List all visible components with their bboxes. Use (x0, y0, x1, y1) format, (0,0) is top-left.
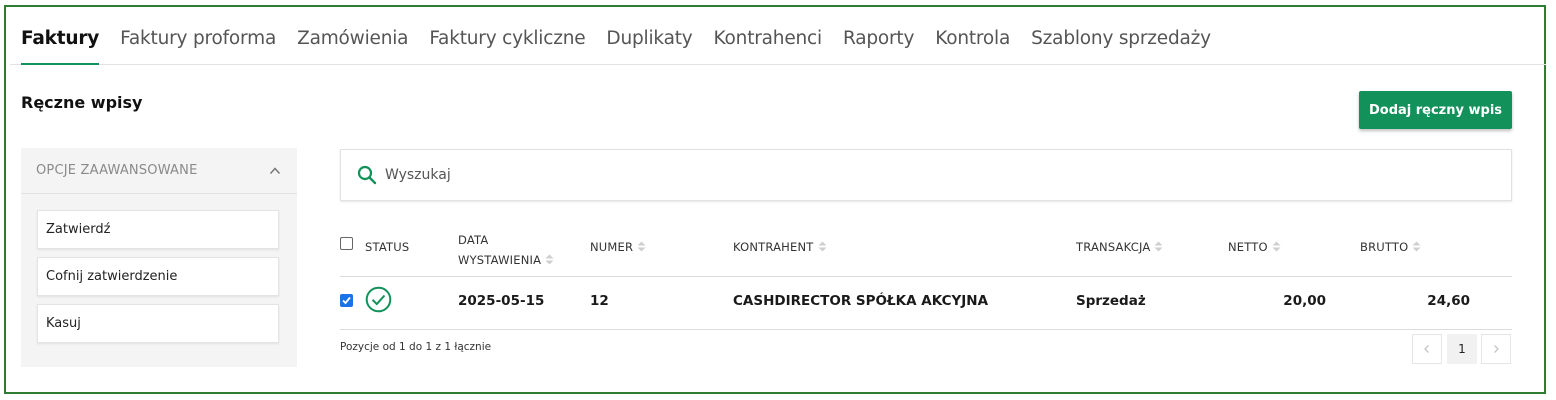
undo-approval-button[interactable]: Cofnij zatwierdzenie (37, 257, 279, 296)
cell-date: 2025-05-15 (458, 293, 545, 309)
tab-duplikaty[interactable]: Duplikaty (606, 22, 692, 64)
sort-icon[interactable] (637, 241, 646, 252)
tab-faktury-proforma[interactable]: Faktury proforma (120, 22, 276, 64)
page-title: Ręczne wpisy (21, 93, 143, 112)
cell-net: 20,00 (1283, 293, 1326, 309)
check-circle-icon (365, 286, 392, 313)
advanced-options-header[interactable]: OPCJE ZAAWANSOWANE (21, 148, 297, 194)
sort-icon[interactable] (818, 241, 827, 252)
tab-kontrola[interactable]: Kontrola (935, 22, 1010, 64)
chevron-right-icon (1494, 345, 1499, 353)
table-header-divider (340, 276, 1512, 277)
sort-icon[interactable] (545, 254, 554, 265)
column-header-contractor[interactable]: KONTRAHENT (733, 240, 827, 254)
cell-contractor: CASHDIRECTOR SPÓŁKA AKCYJNA (733, 293, 989, 309)
column-header-net-label: NETTO (1228, 240, 1268, 254)
tab-zamowienia[interactable]: Zamówienia (297, 22, 408, 64)
search-bar (340, 149, 1512, 201)
sort-icon[interactable] (1412, 241, 1421, 252)
column-header-date-line1: DATA (458, 233, 489, 247)
prev-page-button[interactable] (1412, 334, 1442, 364)
search-input[interactable] (385, 167, 1285, 183)
search-icon (357, 165, 377, 185)
sort-icon[interactable] (1154, 241, 1163, 252)
delete-button[interactable]: Kasuj (37, 304, 279, 343)
column-header-net[interactable]: NETTO (1228, 240, 1281, 254)
table-row-divider (340, 329, 1512, 330)
checkmark-icon (342, 296, 351, 305)
sort-icon[interactable] (1272, 241, 1281, 252)
cell-number: 12 (590, 293, 609, 309)
pagination-info: Pozycje od 1 do 1 z 1 łącznie (340, 341, 492, 353)
cell-gross: 24,60 (1427, 293, 1470, 309)
advanced-options-label: OPCJE ZAAWANSOWANE (36, 163, 198, 178)
tab-kontrahenci[interactable]: Kontrahenci (714, 22, 823, 64)
column-header-gross[interactable]: BRUTTO (1360, 240, 1421, 254)
tab-bar: Faktury Faktury proforma Zamówienia Fakt… (10, 22, 1546, 65)
column-header-number[interactable]: NUMER (590, 240, 646, 254)
tab-szablony-sprzedazy[interactable]: Szablony sprzedaży (1031, 22, 1211, 64)
column-header-date-line2: WYSTAWIENIA (458, 253, 542, 267)
column-header-transaction-label: TRANSAKCJA (1076, 240, 1151, 254)
column-header-contractor-label: KONTRAHENT (733, 240, 814, 254)
row-checkbox[interactable] (340, 294, 353, 307)
page-button-current[interactable]: 1 (1447, 334, 1477, 364)
cell-transaction: Sprzedaż (1076, 293, 1146, 309)
tab-faktury-cykliczne[interactable]: Faktury cykliczne (429, 22, 585, 64)
column-header-status: STATUS (365, 240, 410, 254)
tab-faktury[interactable]: Faktury (21, 22, 99, 65)
approve-button[interactable]: Zatwierdź (37, 210, 279, 249)
column-header-transaction[interactable]: TRANSAKCJA (1076, 240, 1163, 254)
column-header-gross-label: BRUTTO (1360, 240, 1409, 254)
select-all-checkbox[interactable] (340, 237, 353, 250)
next-page-button[interactable] (1481, 334, 1511, 364)
add-manual-entry-button[interactable]: Dodaj ręczny wpis (1359, 91, 1512, 129)
column-header-date[interactable]: DATA WYSTAWIENIA (458, 230, 554, 270)
advanced-options-panel: OPCJE ZAAWANSOWANE Zatwierdź Cofnij zatw… (21, 148, 297, 367)
chevron-up-icon[interactable] (269, 165, 281, 177)
column-header-number-label: NUMER (590, 240, 634, 254)
chevron-left-icon (1424, 345, 1429, 353)
tab-raporty[interactable]: Raporty (843, 22, 914, 64)
